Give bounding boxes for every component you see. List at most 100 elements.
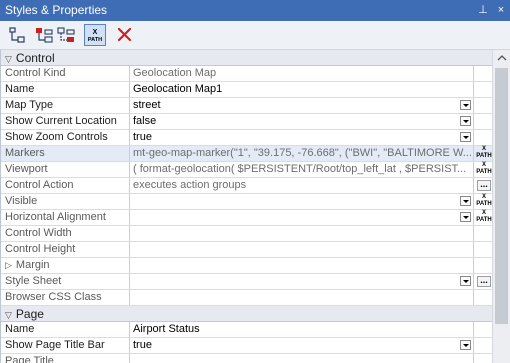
property-name: Name [1, 82, 130, 97]
xpath-icon[interactable]: X PATH [84, 24, 106, 46]
toolbar: X PATH [0, 21, 510, 50]
property-row[interactable]: Name Airport Status [1, 322, 492, 338]
selected-value: true [133, 131, 152, 143]
section-header-control[interactable]: ▽ Control [1, 50, 492, 66]
section-title: Page [15, 307, 44, 321]
row-button-cell [473, 290, 492, 305]
property-row[interactable]: Control Height [1, 242, 492, 258]
property-value-expression[interactable]: ( format-geolocation( $PERSISTENT/Root/t… [131, 162, 473, 177]
vertical-scrollbar[interactable] [492, 50, 510, 363]
property-name: Show Page Title Bar [1, 338, 130, 353]
chevron-down-icon[interactable] [460, 116, 471, 126]
pin-icon[interactable]: ⊥ [476, 0, 490, 21]
chevron-down-icon[interactable] [460, 212, 471, 222]
property-value-input[interactable] [131, 354, 473, 363]
property-name: Markers [1, 146, 130, 161]
property-value-select[interactable] [131, 274, 473, 289]
property-row[interactable]: Viewport ( format-geolocation( $PERSISTE… [1, 162, 492, 178]
property-value-expression[interactable]: mt-geo-map-marker("1", "39.175, -76.668"… [131, 146, 473, 161]
property-row[interactable]: Show Page Title Bar true [1, 338, 492, 354]
xpath-button[interactable]: X PATH [473, 146, 492, 161]
xpath-label: X [481, 162, 486, 168]
property-row[interactable]: Map Type street [1, 98, 492, 114]
property-row[interactable]: Show Current Location false [1, 114, 492, 130]
property-name: Show Current Location [1, 114, 130, 129]
property-value-input[interactable] [131, 226, 473, 241]
scrollbar-thumb[interactable] [495, 68, 508, 324]
chevron-down-icon[interactable] [460, 276, 471, 286]
ellipsis-button[interactable]: ... [477, 180, 491, 191]
svg-text:X: X [93, 29, 98, 36]
property-value-input[interactable]: Airport Status [131, 322, 473, 337]
row-button-cell [473, 114, 492, 129]
property-row[interactable]: Visible X PATH [1, 194, 492, 210]
chevron-down-icon[interactable] [460, 340, 471, 350]
panel-titlebar: Styles & Properties ⊥ × [0, 0, 510, 21]
chevron-down-icon[interactable] [460, 196, 471, 206]
section-title: Control [15, 51, 55, 65]
expand-icon[interactable]: ▷ [5, 260, 12, 270]
property-value-select[interactable]: false [131, 114, 473, 129]
tree-icon[interactable] [6, 24, 28, 46]
property-value-input[interactable] [131, 242, 473, 257]
property-row[interactable]: Browser CSS Class [1, 290, 492, 306]
property-row[interactable]: Show Zoom Controls true [1, 130, 492, 146]
xpath-button[interactable]: X PATH [473, 194, 492, 209]
ellipsis-button-cell: ... [473, 274, 492, 289]
remove-style-icon[interactable] [56, 24, 78, 46]
row-button-cell [473, 130, 492, 145]
collapse-icon[interactable]: ▽ [5, 310, 12, 320]
xpath-label: X [481, 146, 486, 152]
property-value-select[interactable] [131, 210, 473, 225]
property-name: Control Kind [1, 66, 130, 81]
property-name: Show Zoom Controls [1, 130, 130, 145]
ellipsis-button[interactable]: ... [477, 276, 491, 287]
property-name: Page Title [1, 354, 130, 363]
close-icon[interactable]: × [494, 0, 508, 21]
scroll-up-icon[interactable] [497, 54, 507, 62]
property-name: Map Type [1, 98, 130, 113]
property-value-input[interactable] [131, 290, 473, 305]
property-value-select[interactable] [131, 194, 473, 209]
property-value-select[interactable]: true [131, 130, 473, 145]
property-name: Style Sheet [1, 274, 130, 289]
property-row[interactable]: Control Width [1, 226, 492, 242]
property-row[interactable]: Markers mt-geo-map-marker("1", "39.175, … [1, 146, 492, 162]
property-value-input[interactable] [131, 258, 473, 273]
property-row[interactable]: Page Title [1, 354, 492, 363]
property-value: Geolocation Map [133, 67, 217, 79]
chevron-down-icon[interactable] [460, 132, 471, 142]
add-style-icon[interactable] [34, 24, 56, 46]
row-button-cell [473, 66, 492, 81]
section-header-page[interactable]: ▽ Page [1, 306, 492, 322]
property-row[interactable]: Style Sheet ... [1, 274, 492, 290]
selected-value: false [133, 115, 157, 127]
row-button-cell [473, 98, 492, 113]
property-value: executes action groups [133, 179, 247, 191]
row-button-cell [473, 82, 492, 97]
xpath-button[interactable]: X PATH [473, 162, 492, 177]
property-name: Control Width [1, 226, 130, 241]
property-row[interactable]: Horizontal Alignment X PATH [1, 210, 492, 226]
svg-text:PATH: PATH [88, 37, 102, 43]
xpath-label: PATH [476, 201, 492, 207]
property-row[interactable]: Name Geolocation Map1 [1, 82, 492, 98]
xpath-label: PATH [476, 169, 492, 175]
property-row[interactable]: Control Kind Geolocation Map [1, 66, 492, 82]
property-value-select[interactable]: street [131, 98, 473, 113]
xpath-button[interactable]: X PATH [473, 210, 492, 225]
row-button-cell [473, 322, 492, 337]
chevron-down-icon[interactable] [460, 100, 471, 110]
collapse-icon[interactable]: ▽ [5, 54, 12, 64]
ellipsis-button-cell: ... [473, 178, 492, 193]
property-row-group[interactable]: ▷ Margin [1, 258, 492, 274]
property-value-input[interactable]: Geolocation Map1 [131, 82, 473, 97]
delete-icon[interactable] [114, 24, 136, 46]
property-name: Browser CSS Class [1, 290, 130, 305]
property-name: Viewport [1, 162, 130, 177]
row-button-cell [473, 226, 492, 241]
property-value-select[interactable]: true [131, 338, 473, 353]
xpath-label: X [481, 194, 486, 200]
property-row[interactable]: Control Action executes action groups ..… [1, 178, 492, 194]
property-grid: ▽ Control Control Kind Geolocation Map Na… [0, 50, 492, 363]
